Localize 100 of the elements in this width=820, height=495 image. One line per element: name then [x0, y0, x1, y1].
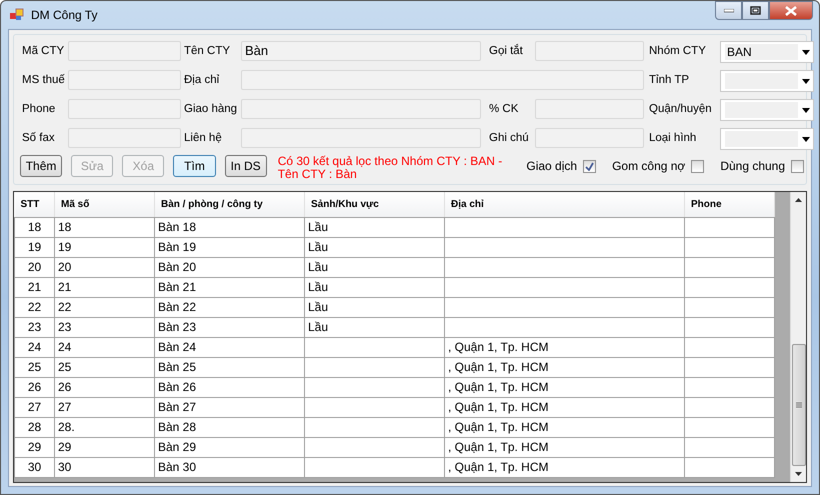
table-cell: Lầu: [308, 220, 328, 234]
table-cell: 18: [28, 220, 42, 234]
field-label: Nhóm CTY: [648, 44, 707, 60]
table-cell: 27: [28, 400, 42, 414]
field-label: Địa chỉ: [183, 73, 220, 88]
column-header[interactable]: Phone: [684, 192, 774, 217]
window-title: DM Công Ty: [31, 7, 98, 24]
checkbox[interactable]: [583, 160, 596, 172]
table-cell: 20: [58, 260, 72, 274]
table-cell: 21: [58, 280, 72, 294]
field-label: MS thuế: [21, 73, 66, 88]
maximize-icon: [750, 6, 761, 15]
table-cell: , Quận 1, Tp. HCM: [448, 440, 548, 454]
field-label: Tên CTY: [183, 44, 232, 60]
input-field[interactable]: Bàn: [241, 41, 481, 61]
table-cell: 25: [58, 360, 72, 374]
scroll-up-icon[interactable]: [795, 198, 802, 202]
checkbox-label: Gom công nợ: [612, 158, 686, 175]
column-header[interactable]: STT: [14, 192, 54, 217]
dropdown[interactable]: [720, 128, 814, 150]
table-cell: 30: [28, 460, 42, 474]
field-label: Ghi chú: [488, 131, 530, 146]
table-cell: Bàn 21: [158, 280, 196, 294]
checkbox-label: Giao dịch: [526, 158, 578, 175]
dropdown-arrow-icon: [802, 136, 810, 142]
table-cell: 26: [58, 380, 72, 394]
scroll-thumb[interactable]: [792, 344, 806, 466]
dropdown[interactable]: [720, 99, 814, 121]
table-cell: 30: [58, 460, 72, 474]
table-cell: , Quận 1, Tp. HCM: [448, 340, 548, 354]
dropdown-arrow-icon: [802, 50, 810, 54]
scrollbar[interactable]: [790, 192, 806, 482]
table-cell: 27: [58, 400, 72, 414]
table-cell: Lầu: [308, 320, 328, 334]
checkbox[interactable]: [791, 160, 804, 172]
checkbox[interactable]: [691, 160, 704, 172]
input-field[interactable]: [68, 99, 181, 119]
table-cell: Bàn 25: [158, 360, 196, 374]
table-cell: 19: [28, 240, 42, 254]
input-field[interactable]: [241, 128, 481, 148]
filter-message: Có 30 kết quả lọc theo Nhóm CTY : BAN - Tên CTY : Bàn: [278, 155, 504, 181]
table-cell: , Quận 1, Tp. HCM: [448, 400, 548, 414]
field-label: Tỉnh TP: [648, 73, 690, 88]
table-cell: Lầu: [308, 300, 328, 314]
dropdown-arrow-icon: [802, 108, 810, 112]
dropdown[interactable]: [720, 70, 814, 92]
table-cell: Bàn 23: [158, 320, 196, 334]
input-field[interactable]: [241, 70, 644, 90]
table-cell: Bàn 30: [158, 460, 196, 474]
minimize-button[interactable]: [715, 1, 742, 20]
close-icon: [785, 6, 797, 16]
grip-icon: [796, 402, 802, 408]
table-cell: Bàn 27: [158, 400, 196, 414]
column-header[interactable]: Bàn / phòng / công ty: [154, 192, 304, 217]
table-cell: 19: [58, 240, 72, 254]
table-cell: Bàn 24: [158, 340, 196, 354]
dropdown[interactable]: BAN: [720, 41, 814, 63]
column-header[interactable]: Địa chỉ: [444, 192, 684, 217]
input-field[interactable]: [535, 128, 644, 148]
input-field[interactable]: [68, 41, 181, 61]
table-cell: 28.: [58, 420, 75, 434]
table-cell: 28: [28, 420, 42, 434]
table-cell: , Quận 1, Tp. HCM: [448, 420, 548, 434]
table-cell: 21: [28, 280, 42, 294]
table-cell: 24: [58, 340, 72, 354]
column-header[interactable]: Mã số: [54, 192, 154, 217]
table-cell: , Quận 1, Tp. HCM: [448, 460, 548, 474]
table-cell: Bàn 26: [158, 380, 196, 394]
table-cell: Bàn 20: [158, 260, 196, 274]
field-label: Quận/huyện: [648, 102, 713, 118]
table-cell: Lầu: [308, 280, 328, 294]
table-cell: 26: [28, 380, 42, 394]
input-field[interactable]: [535, 41, 644, 61]
close-button[interactable]: [769, 1, 813, 20]
table-cell: 20: [28, 260, 42, 274]
field-label: Mã CTY: [21, 44, 66, 60]
field-label: Số fax: [21, 131, 56, 146]
checkbox-label: Dùng chung: [720, 158, 786, 175]
table-cell: Bàn 28: [158, 420, 196, 434]
field-label: Phone: [21, 102, 56, 118]
table-cell: 22: [58, 300, 72, 314]
maximize-button[interactable]: [742, 1, 769, 20]
table-cell: 23: [28, 320, 42, 334]
app-icon: [9, 8, 25, 22]
table-cell: 29: [58, 440, 72, 454]
minimize-icon: [724, 8, 734, 12]
button[interactable]: Tìm: [173, 155, 216, 177]
scroll-down-icon[interactable]: [795, 472, 802, 476]
input-field[interactable]: [68, 128, 181, 148]
input-field[interactable]: [68, 70, 181, 90]
column-header[interactable]: Sảnh/Khu vực: [304, 192, 444, 217]
input-field[interactable]: [241, 99, 481, 119]
field-label: % CK: [488, 102, 520, 118]
table-cell: Bàn 19: [158, 240, 196, 254]
field-label: Giao hàng: [183, 102, 238, 118]
button[interactable]: In DS: [224, 155, 267, 177]
table-cell: Lầu: [308, 260, 328, 274]
input-field[interactable]: [535, 99, 644, 119]
button[interactable]: Thêm: [20, 155, 62, 177]
dropdown-arrow-icon: [802, 78, 810, 84]
